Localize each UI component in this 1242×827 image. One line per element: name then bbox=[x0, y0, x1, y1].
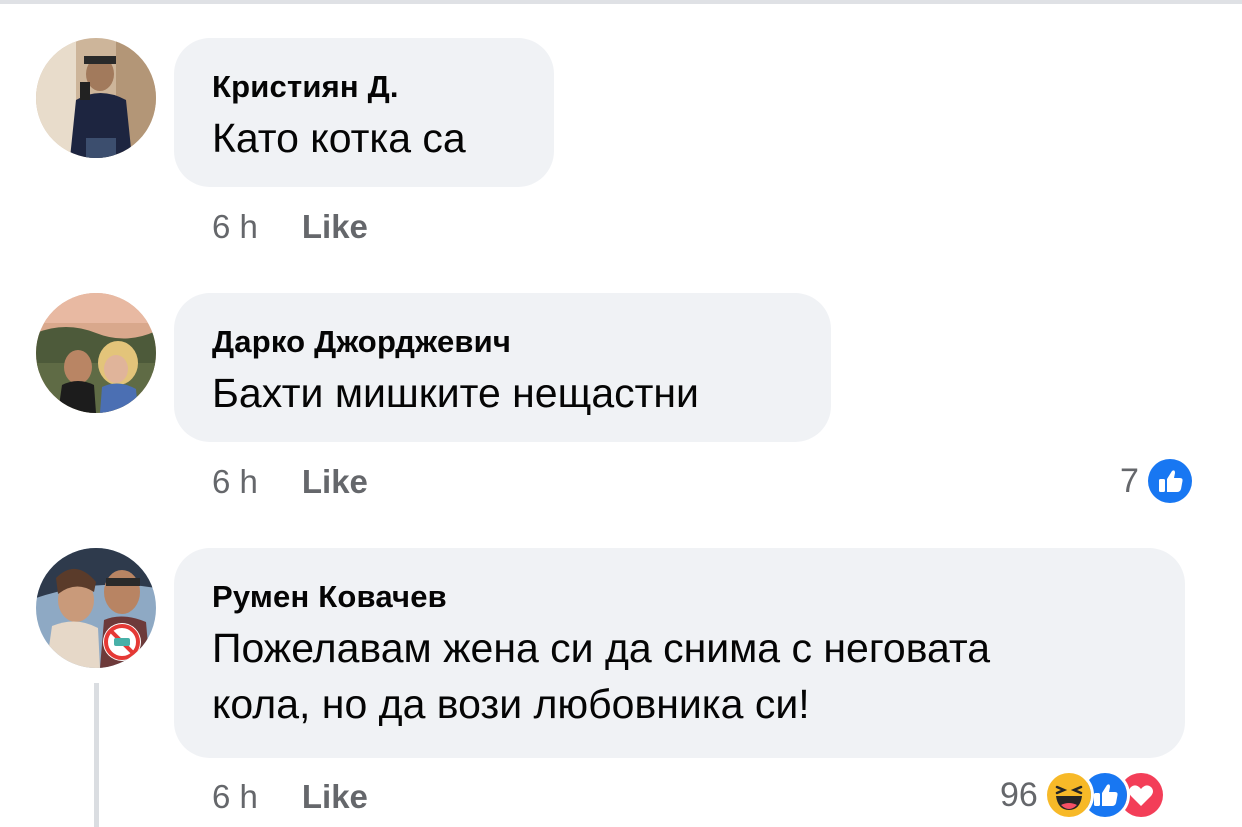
like-reaction-icon bbox=[1144, 456, 1195, 506]
comment-actions: 6 h Like bbox=[212, 777, 368, 817]
reaction-summary[interactable]: 7 bbox=[1120, 456, 1195, 506]
comment-text: Бахти мишките нещастни bbox=[212, 370, 699, 416]
comment-bubble: Дарко Джорджевич Бахти мишките нещастни bbox=[174, 293, 831, 442]
comment-text-line: кола, но да вози любовника си! bbox=[212, 681, 810, 727]
like-button[interactable]: Like bbox=[302, 208, 368, 245]
comment-text: Като котка са bbox=[212, 115, 466, 161]
comment-actions: 6 h Like bbox=[212, 462, 368, 502]
comment-author[interactable]: Кристиян Д. bbox=[212, 68, 516, 106]
reaction-summary[interactable]: 96 bbox=[1000, 770, 1166, 820]
avatar[interactable] bbox=[36, 548, 156, 668]
comment-timestamp[interactable]: 6 h bbox=[212, 778, 258, 815]
like-button[interactable]: Like bbox=[302, 463, 368, 500]
haha-reaction-icon bbox=[1043, 770, 1094, 820]
avatar[interactable] bbox=[36, 38, 156, 158]
top-divider bbox=[0, 0, 1242, 4]
comment-author[interactable]: Дарко Джорджевич bbox=[212, 323, 793, 361]
reaction-count: 96 bbox=[1000, 775, 1038, 814]
comment-bubble: Кристиян Д. Като котка са bbox=[174, 38, 554, 187]
reply-thread-line bbox=[94, 683, 99, 827]
reaction-count: 7 bbox=[1120, 461, 1139, 500]
comment-text-line: Пожелавам жена си да снима с неговата bbox=[212, 625, 991, 671]
comment-actions: 6 h Like bbox=[212, 207, 368, 247]
comment-author[interactable]: Румен Ковачев bbox=[212, 578, 1147, 616]
like-button[interactable]: Like bbox=[302, 778, 368, 815]
avatar[interactable] bbox=[36, 293, 156, 413]
comment-timestamp[interactable]: 6 h bbox=[212, 463, 258, 500]
comment-bubble: Румен Ковачев Пожелавам жена си да снима… bbox=[174, 548, 1185, 758]
comment-timestamp[interactable]: 6 h bbox=[212, 208, 258, 245]
